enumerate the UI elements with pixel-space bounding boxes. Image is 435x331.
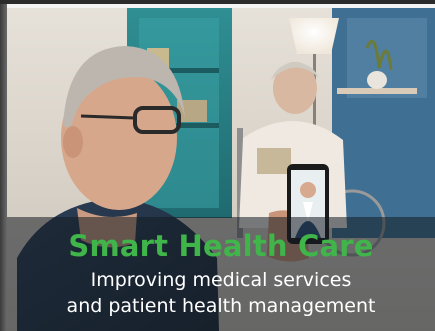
hero-banner: Smart Health Care Improving medical serv…	[0, 0, 435, 331]
hero-subtitle-line-2: and patient health management	[66, 295, 376, 317]
top-border	[0, 0, 435, 4]
hero-headline: Smart Health Care	[68, 229, 374, 263]
left-frame-edge	[0, 4, 7, 331]
hero-subtitle-line-1: Improving medical services	[90, 269, 352, 291]
